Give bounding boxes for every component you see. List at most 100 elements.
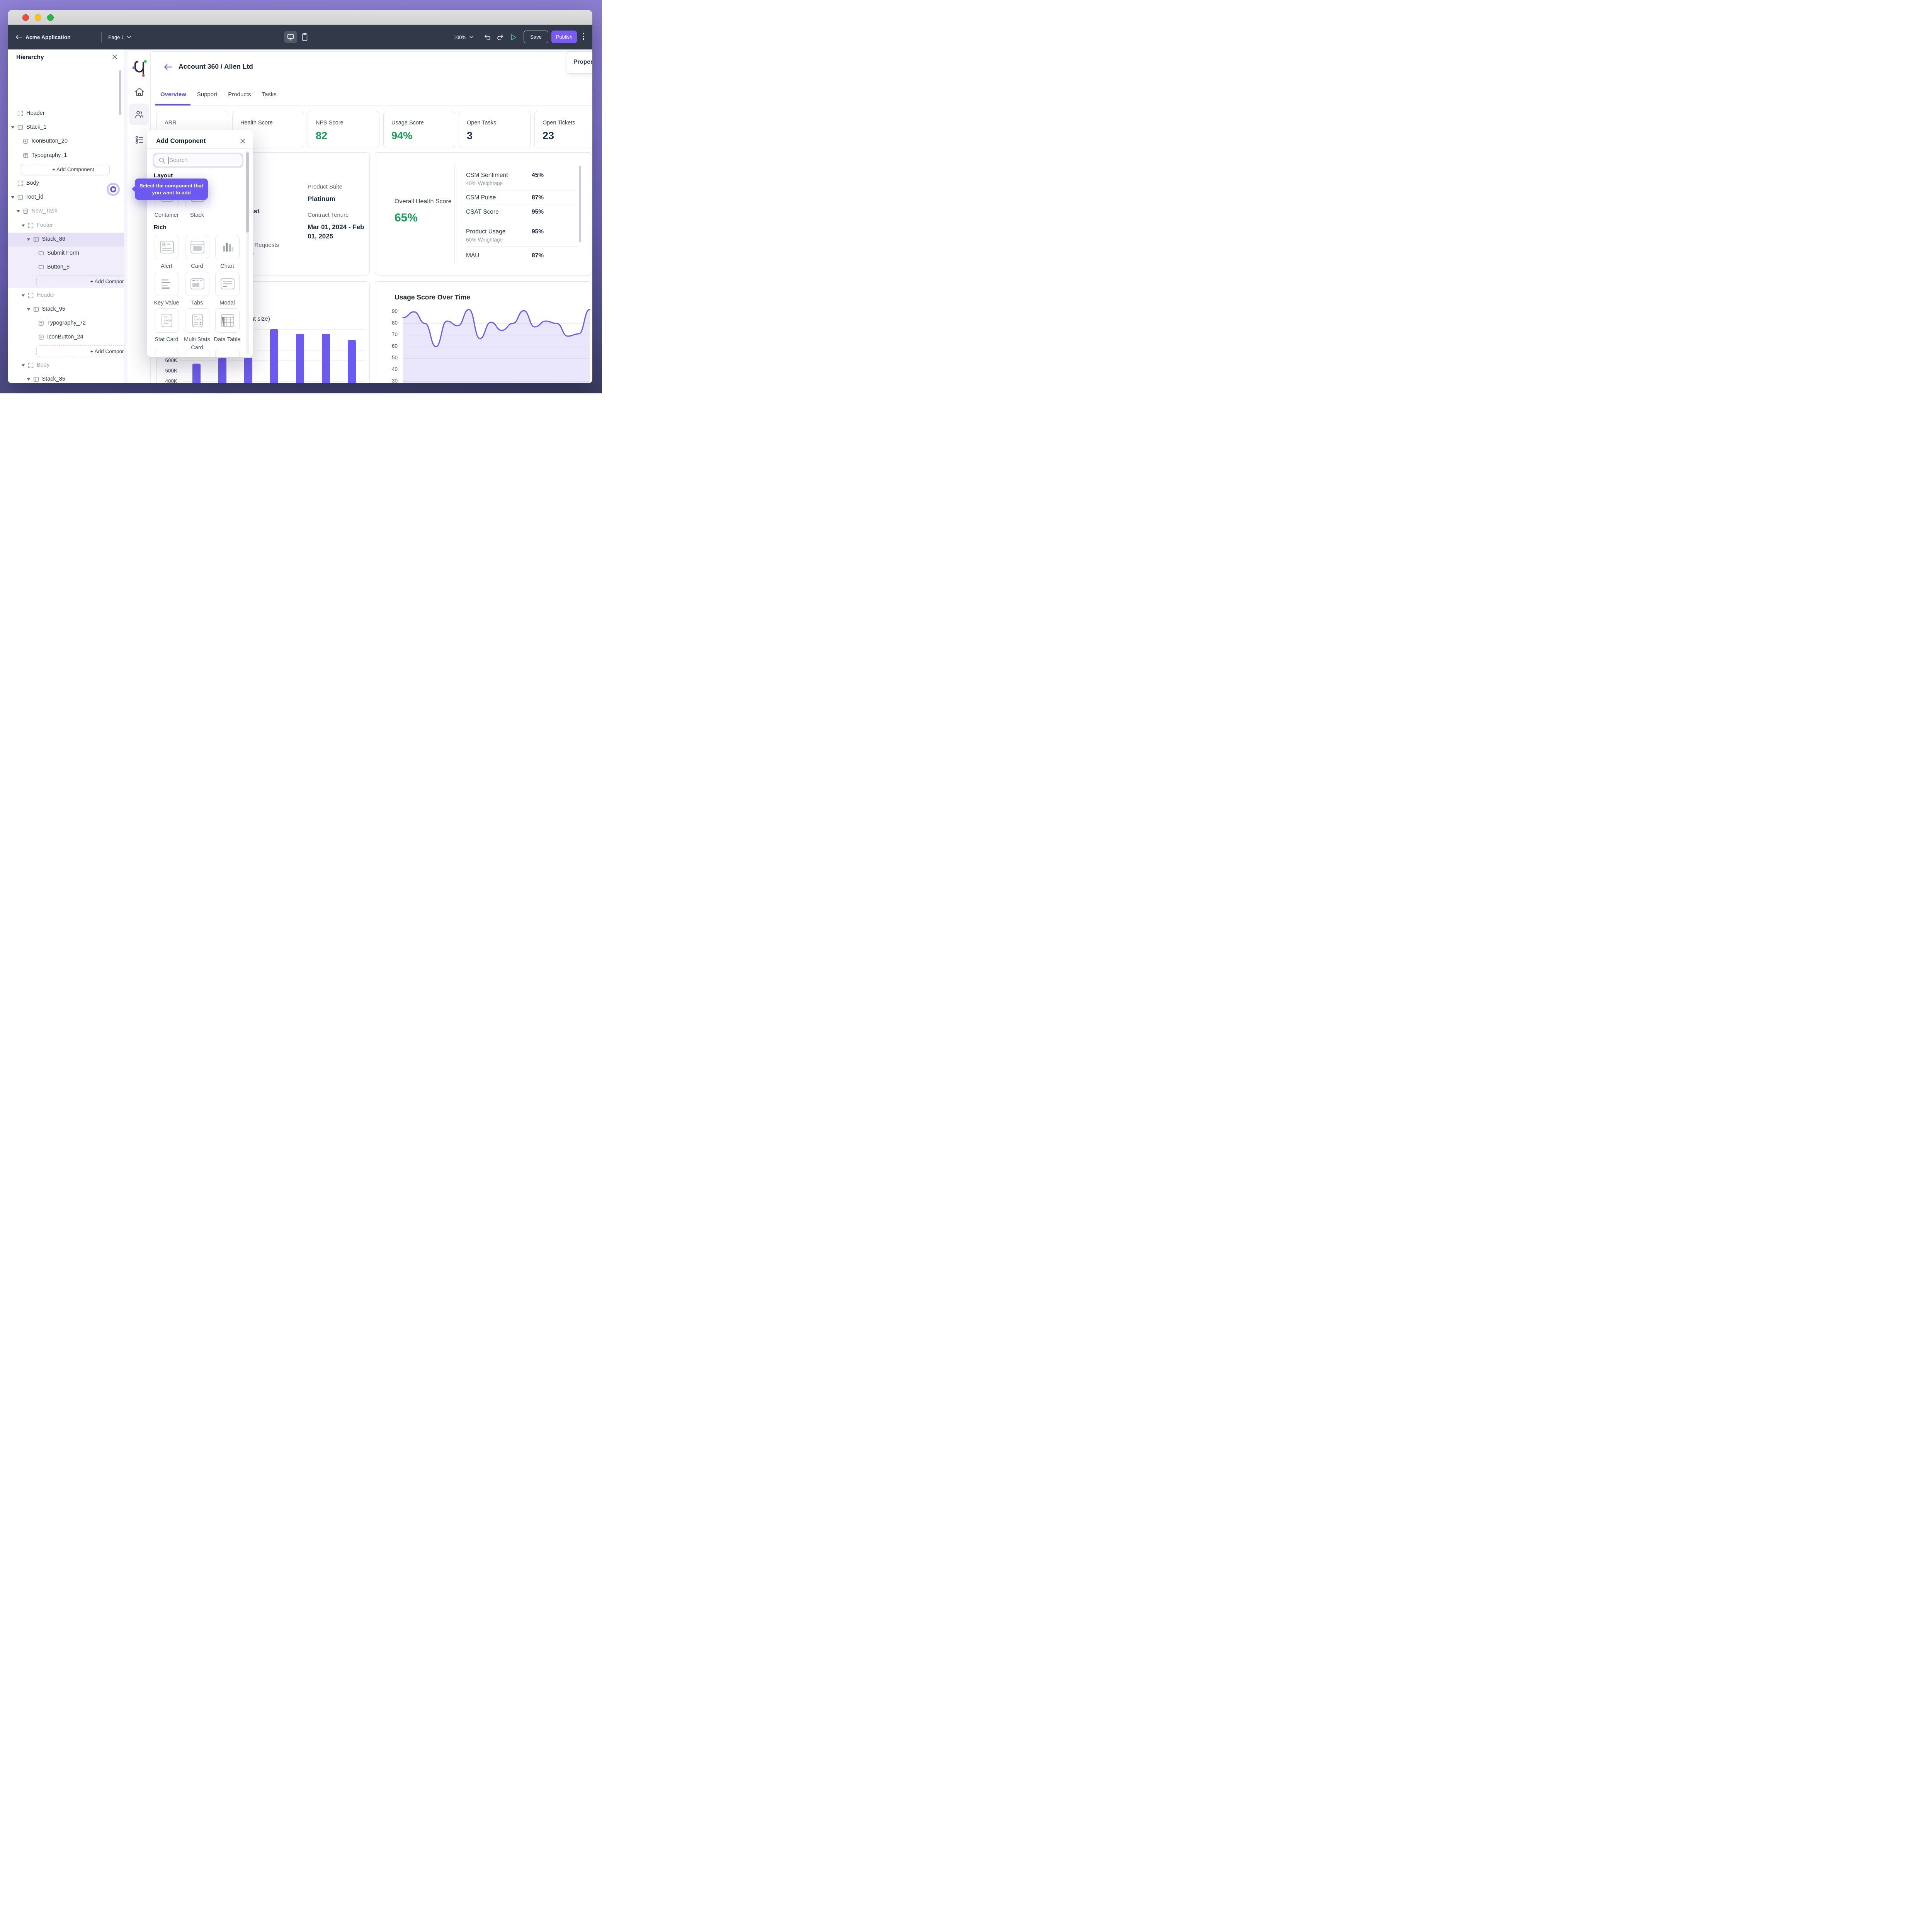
component-tile-partial[interactable] — [185, 349, 209, 357]
canvas-back-arrow-icon[interactable] — [164, 64, 172, 70]
metric-weightage: 40% Weightage — [466, 180, 503, 186]
app-title: Acme Application — [26, 25, 71, 49]
caret-down-icon[interactable] — [22, 364, 25, 367]
close-icon[interactable] — [112, 54, 117, 60]
traffic-light-close[interactable] — [22, 14, 29, 21]
stack-icon — [33, 236, 39, 243]
traffic-light-minimize[interactable] — [35, 14, 41, 21]
component-tile-label: Stack — [182, 211, 213, 219]
search-input[interactable]: Search — [154, 154, 242, 167]
component-tile-label: Card — [182, 262, 213, 270]
tree-item-body[interactable]: Body — [8, 359, 124, 372]
component-tile-data-table[interactable] — [215, 308, 240, 333]
frame-icon — [27, 292, 34, 299]
frame-icon — [17, 110, 24, 117]
bar — [192, 364, 201, 383]
stat-card-usage-score: Usage Score94% — [383, 111, 455, 148]
typography-icon — [38, 320, 44, 327]
add-component-button[interactable]: + Add Component — [21, 164, 110, 175]
onboarding-anchor-ring — [107, 183, 120, 196]
product-suite-value: Platinum — [308, 195, 335, 203]
overall-health-label: Overall Health Score — [395, 198, 452, 205]
stat-card-label: Open Tickets — [543, 120, 575, 126]
component-tile-multi-stats-card[interactable]: 1,000 — [185, 308, 209, 333]
tree-item-footer[interactable]: Footer — [8, 219, 124, 233]
redo-button[interactable] — [497, 25, 504, 49]
properties-panel[interactable]: Properti — [567, 51, 592, 74]
tree-item-iconbutton-20[interactable]: IconButton_20 — [8, 134, 124, 148]
tree-item-iconbutton-24[interactable]: IconButton_24 — [8, 330, 124, 344]
stack-icon — [33, 376, 39, 383]
traffic-light-maximize[interactable] — [47, 14, 54, 21]
frame-icon — [27, 222, 34, 229]
caret-down-icon[interactable] — [27, 378, 30, 381]
frame-icon — [17, 180, 24, 187]
hierarchy-scrollbar[interactable] — [119, 70, 121, 115]
tree-item-header[interactable]: Header — [8, 289, 124, 303]
page-selector[interactable]: Page 1 — [108, 25, 131, 49]
tree-item-label: New_Task — [32, 208, 58, 214]
metric-weightage: 60% Weightage — [466, 237, 503, 243]
tree-item-stack-86[interactable]: Stack_86 — [8, 233, 124, 247]
contract-tenure-value-line2: 01, 2025 — [308, 233, 333, 240]
more-options-button[interactable] — [581, 33, 586, 41]
close-icon[interactable] — [240, 138, 245, 144]
tree-item-stack-85[interactable]: Stack_85 — [8, 372, 124, 383]
component-tile-partial[interactable] — [155, 349, 179, 357]
modal-scrollbar-thumb[interactable] — [246, 152, 249, 233]
home-icon[interactable] — [134, 87, 145, 97]
add-component-button[interactable]: + Add Component — [36, 276, 124, 287]
component-tile-key-value[interactable] — [155, 272, 179, 296]
component-tile-card[interactable] — [185, 235, 209, 259]
mobile-preview-button[interactable] — [302, 25, 308, 49]
component-tile-stat-card[interactable]: 1,000 — [155, 308, 179, 333]
component-tile-label: Tabs — [182, 299, 213, 307]
tab-tasks[interactable]: Tasks — [262, 91, 276, 98]
tree-item-stack-95[interactable]: Stack_95 — [8, 303, 124, 316]
component-tile-alert[interactable] — [155, 235, 179, 259]
undo-button[interactable] — [483, 25, 491, 49]
tree-item-root-id[interactable]: root_id — [8, 190, 124, 204]
stat-card-nps-score: NPS Score82 — [308, 111, 379, 148]
component-tile-label: Alert — [151, 262, 182, 270]
tab-overview[interactable]: Overview — [160, 91, 186, 98]
tree-item-label: Typography_72 — [47, 320, 86, 326]
flow-list-icon[interactable] — [134, 135, 144, 145]
tree-item-header[interactable]: Header — [8, 107, 124, 121]
component-tile-partial[interactable] — [215, 349, 240, 357]
typography-icon — [22, 152, 29, 159]
tree-item-stack-1[interactable]: Stack_1 — [8, 121, 124, 134]
caret-down-icon[interactable] — [17, 210, 20, 213]
caret-down-icon[interactable] — [27, 308, 30, 311]
metric-value: 87% — [532, 252, 544, 259]
tab-support[interactable]: Support — [197, 91, 218, 98]
tree-item-typography-72[interactable]: Typography_72 — [8, 316, 124, 330]
add-component-button[interactable]: + Add Component — [36, 345, 124, 357]
back-arrow-icon[interactable] — [15, 25, 22, 49]
bar — [218, 358, 226, 383]
tree-item-button-5[interactable]: Button_5 — [8, 260, 124, 274]
caret-down-icon[interactable] — [27, 238, 30, 241]
users-icon[interactable] — [134, 110, 144, 119]
caret-down-icon[interactable] — [22, 224, 25, 227]
component-tile-chart[interactable] — [215, 235, 240, 259]
caret-down-icon[interactable] — [11, 196, 14, 199]
run-app-button[interactable] — [511, 25, 517, 49]
tree-item-new-task[interactable]: New_Task — [8, 204, 124, 218]
save-button[interactable]: Save — [524, 31, 548, 43]
modal-icon — [220, 276, 235, 291]
zoom-level-control[interactable]: 100% — [454, 25, 473, 49]
stack-icon — [33, 306, 39, 313]
caret-down-icon[interactable] — [22, 294, 25, 297]
tab-products[interactable]: Products — [228, 91, 251, 98]
desktop-preview-button[interactable] — [284, 31, 297, 43]
component-tile-tabs[interactable] — [185, 272, 209, 296]
component-tile-modal[interactable] — [215, 272, 240, 296]
health-panel-scrollbar[interactable] — [579, 166, 581, 242]
tree-item-submit-form[interactable]: Submit Form — [8, 247, 124, 260]
tooltip-text-line1: Select the component that — [139, 182, 203, 189]
caret-down-icon[interactable] — [11, 126, 14, 129]
publish-button[interactable]: Publish — [551, 31, 577, 43]
tree-item-typography-1[interactable]: Typography_1 — [8, 149, 124, 163]
app-window: Acme Application Page 1 100% — [8, 10, 592, 383]
